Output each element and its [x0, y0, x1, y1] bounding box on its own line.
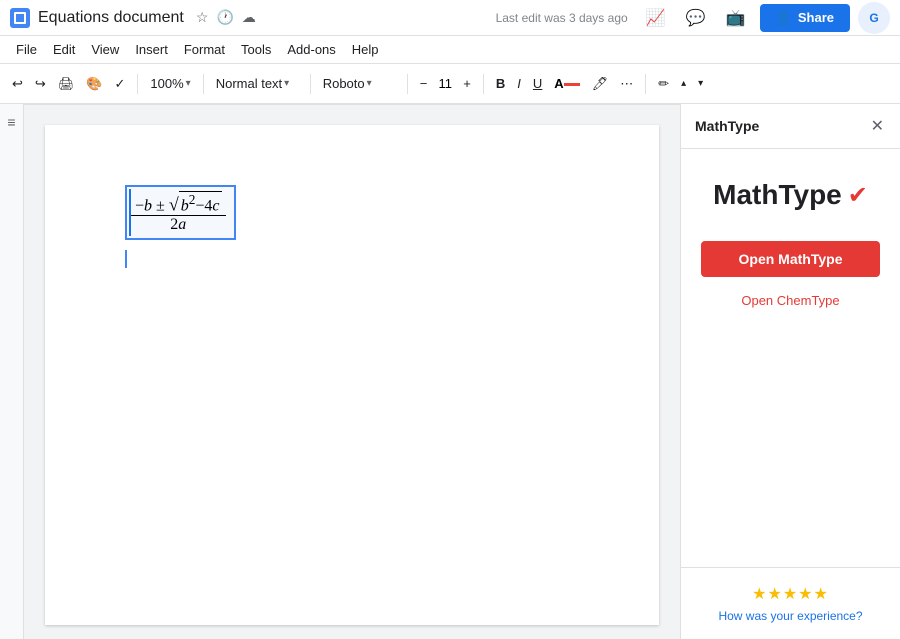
underline-button[interactable]: U: [529, 70, 546, 98]
zoom-label: 100%: [150, 76, 183, 91]
font-arrow: ▾: [367, 78, 372, 89]
spell-check-button[interactable]: ✓: [111, 70, 130, 98]
app-icon: [10, 8, 30, 28]
menu-edit[interactable]: Edit: [45, 40, 83, 59]
undo-button[interactable]: ↩: [8, 70, 27, 98]
outline-icon[interactable]: ≡: [7, 114, 15, 130]
equation: −b ± √b2−4c 2a: [131, 191, 226, 234]
menu-help[interactable]: Help: [344, 40, 387, 59]
text-color-button[interactable]: A: [550, 70, 583, 98]
equation-container[interactable]: −b ± √b2−4c 2a: [125, 185, 236, 240]
separator-2: [203, 74, 204, 94]
title-bar: Equations document ☆ 🕐 ☁ Last edit was 3…: [0, 0, 900, 36]
last-edit-label: Last edit was 3 days ago: [496, 11, 628, 25]
menu-bar: File Edit View Insert Format Tools Add-o…: [0, 36, 900, 64]
menu-addons[interactable]: Add-ons: [279, 40, 343, 59]
text-color-swatch: [564, 83, 580, 86]
cloud-icon: ☁: [242, 9, 256, 26]
share-button[interactable]: 👤 Share: [760, 4, 850, 32]
menu-format[interactable]: Format: [176, 40, 233, 59]
panel-footer: ★★★★★ How was your experience?: [681, 567, 900, 639]
bold-button[interactable]: B: [492, 70, 509, 98]
highlight-button[interactable]: 🖊: [588, 70, 613, 98]
font-label: Roboto: [323, 76, 365, 91]
italic-button[interactable]: I: [513, 70, 525, 98]
panel-content: MathType ✔ Open MathType Open ChemType: [681, 149, 900, 567]
document-title: Equations document: [38, 9, 184, 27]
text-color-icon: A: [554, 76, 563, 91]
page[interactable]: −b ± √b2−4c 2a: [45, 125, 659, 625]
history-icon[interactable]: 🕐: [216, 9, 233, 26]
font-size-minus-button[interactable]: −: [416, 70, 432, 98]
print-button[interactable]: 🖨: [54, 70, 79, 98]
text-cursor-symbol: [125, 250, 127, 268]
doc-scroll: −b ± √b2−4c 2a: [24, 105, 680, 639]
separator-5: [483, 74, 484, 94]
style-arrow: ▾: [284, 78, 289, 89]
menu-insert[interactable]: Insert: [127, 40, 176, 59]
separator-3: [310, 74, 311, 94]
more-options-button[interactable]: ⋯: [616, 70, 637, 98]
separator-6: [645, 74, 646, 94]
main-area: ≡ 1234567 −b ± √b2−4c: [0, 104, 900, 639]
menu-file[interactable]: File: [8, 40, 45, 59]
analytics-button[interactable]: 📈: [640, 2, 672, 34]
feedback-link[interactable]: How was your experience?: [718, 609, 862, 623]
redo-button[interactable]: ↪: [31, 70, 50, 98]
open-mathtype-button[interactable]: Open MathType: [701, 241, 880, 277]
document-area: 1234567 −b ± √b2−4c 2a: [24, 104, 680, 639]
chevron-down-button[interactable]: ▾: [694, 70, 707, 98]
paint-format-button[interactable]: 🎨: [82, 70, 106, 98]
separator-1: [137, 74, 138, 94]
panel-header: MathType ✕: [681, 104, 900, 149]
open-chemtype-button[interactable]: Open ChemType: [741, 293, 839, 308]
zoom-arrow: ▾: [186, 78, 191, 89]
equation-denominator: 2a: [166, 216, 190, 234]
doc-icon-inner: [14, 12, 26, 24]
present-button[interactable]: 📺: [720, 2, 752, 34]
style-label: Normal text: [216, 76, 282, 91]
font-size-value: 11: [435, 76, 455, 91]
star-icon[interactable]: ☆: [196, 9, 209, 26]
separator-4: [407, 74, 408, 94]
text-cursor-area: [125, 250, 599, 268]
stars-rating: ★★★★★: [697, 584, 884, 604]
font-selector[interactable]: Roboto ▾: [319, 70, 399, 98]
menu-tools[interactable]: Tools: [233, 40, 279, 59]
chevron-up-button[interactable]: ▴: [677, 70, 690, 98]
mathtype-checkmark: ✔: [848, 181, 868, 210]
equation-fraction: −b ± √b2−4c 2a: [131, 191, 226, 234]
mathtype-logo: MathType ✔: [713, 179, 868, 211]
share-label: Share: [798, 10, 834, 25]
share-icon: 👤: [776, 10, 792, 26]
panel-title: MathType: [695, 118, 759, 134]
mathtype-logo-text: MathType: [713, 179, 842, 211]
pencil-button[interactable]: ✏: [654, 70, 673, 98]
equation-cursor: [129, 189, 131, 236]
user-avatar[interactable]: G: [858, 2, 890, 34]
toolbar: ↩ ↪ 🖨 🎨 ✓ 100% ▾ Normal text ▾ Roboto ▾ …: [0, 64, 900, 104]
font-size-plus-button[interactable]: +: [459, 70, 475, 98]
comments-button[interactable]: 💬: [680, 2, 712, 34]
menu-view[interactable]: View: [83, 40, 127, 59]
share-area: 📈 💬 📺 👤 Share G: [640, 2, 890, 34]
style-selector[interactable]: Normal text ▾: [212, 70, 302, 98]
outline-panel: ≡: [0, 104, 24, 639]
panel-close-button[interactable]: ✕: [869, 114, 886, 138]
equation-numerator: −b ± √b2−4c: [131, 191, 226, 216]
side-panel: MathType ✕ MathType ✔ Open MathType Open…: [680, 104, 900, 639]
zoom-selector[interactable]: 100% ▾: [146, 70, 194, 98]
